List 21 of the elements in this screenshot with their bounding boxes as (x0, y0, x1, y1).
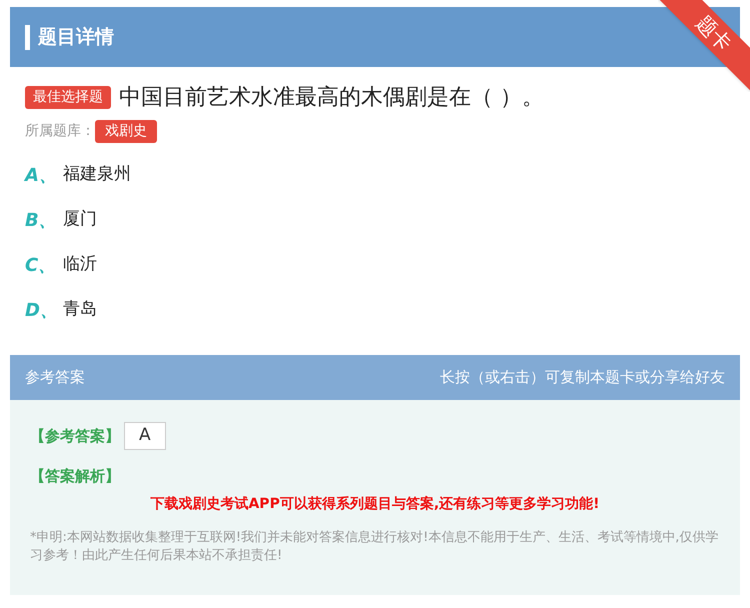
title-accent-bar (25, 24, 30, 50)
bank-label: 所属题库： (25, 122, 95, 141)
analysis-label: 【答案解析】 (30, 466, 120, 484)
option-text: 临沂 (63, 253, 97, 276)
option-text: 福建泉州 (63, 163, 131, 186)
option-letter: C、 (25, 254, 51, 278)
option-letter: A、 (25, 164, 51, 188)
answer-value: A (124, 422, 166, 450)
answer-label: 【参考答案】 (30, 426, 120, 446)
header-title: 题目详情 (38, 24, 114, 50)
option-letter: D、 (25, 298, 51, 322)
question-text: 中国目前艺术水准最高的木偶剧是在（ ）。 (119, 84, 544, 112)
option-text: 厦门 (63, 208, 97, 232)
option-text: 青岛 (63, 298, 97, 322)
share-hint: 长按（或右击）可复制本题卡或分享给好友 (440, 367, 725, 388)
promo-text: 下载戏剧史考试APP可以获得系列题目与答案,还有练习等更多学习功能! (149, 494, 601, 514)
answer-section-title: 参考答案 (25, 367, 85, 388)
option-letter: B、 (25, 208, 51, 232)
question-type-badge: 最佳选择题 (25, 86, 111, 109)
disclaimer-text: *申明:本网站数据收集整理于互联网!我们并未能对答案信息进行核对!本信息不能用于生产、生活、考试等情境中,仅供学习参考！由此产生任何后果本站不承担责任! (30, 528, 720, 564)
bank-tag: 戏剧史 (95, 120, 157, 143)
